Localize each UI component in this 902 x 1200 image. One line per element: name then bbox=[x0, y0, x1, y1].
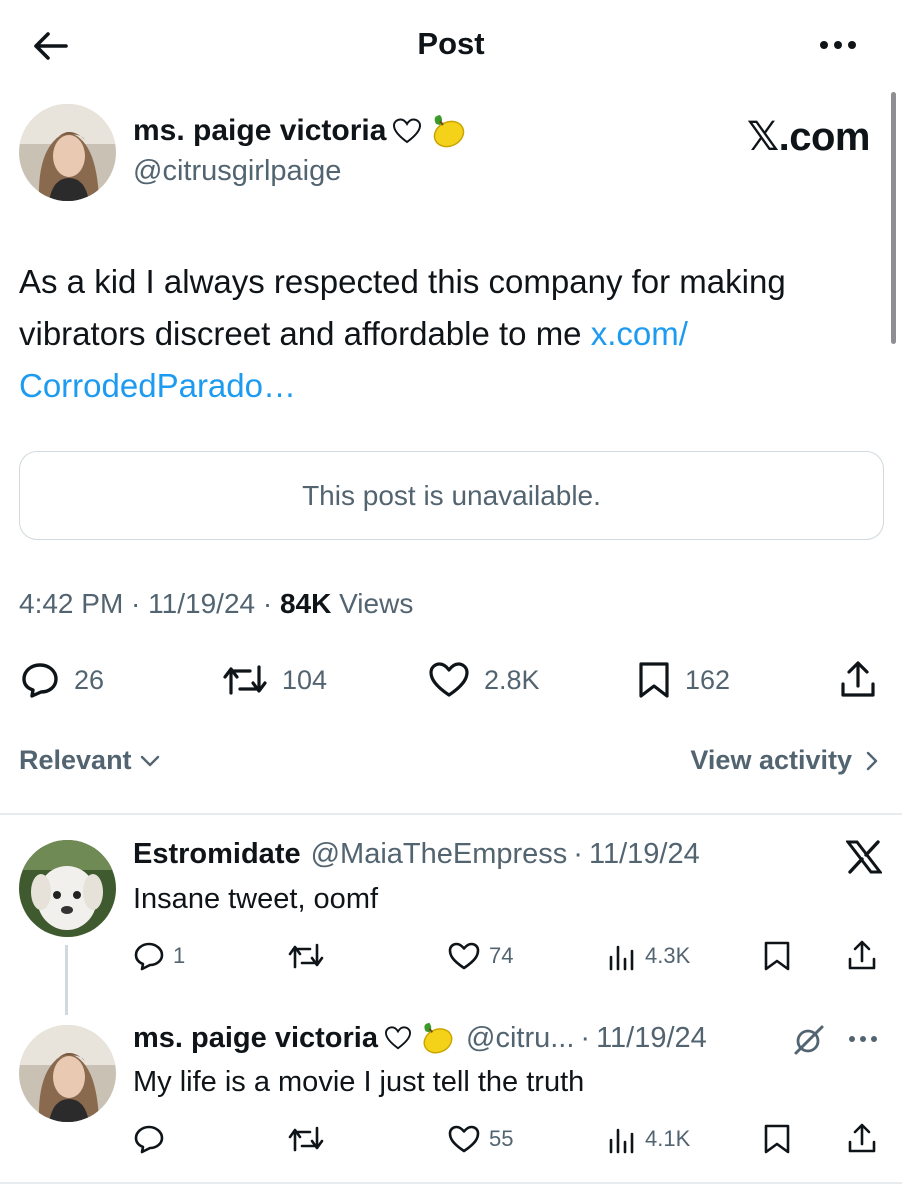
bookmark-icon bbox=[764, 941, 790, 971]
reply-date[interactable]: 11/19/24 bbox=[596, 1022, 707, 1055]
repost-button[interactable]: 104 bbox=[222, 655, 327, 705]
view-count[interactable]: 84K bbox=[280, 588, 331, 619]
sort-label: Relevant bbox=[19, 745, 132, 775]
share-icon bbox=[848, 1123, 876, 1153]
reply-like-count: 74 bbox=[489, 943, 514, 968]
more-icon bbox=[820, 41, 856, 49]
share-button[interactable] bbox=[838, 655, 878, 705]
lemon-icon bbox=[423, 1022, 453, 1054]
section-divider bbox=[0, 813, 902, 815]
repost-icon bbox=[288, 943, 324, 969]
reply-views-count: 4.3K bbox=[645, 943, 691, 968]
bookmark-count: 162 bbox=[685, 664, 731, 695]
lemon-icon bbox=[434, 115, 465, 148]
reply-reply-button[interactable]: 1 bbox=[133, 936, 185, 976]
reply-bookmark-button[interactable] bbox=[763, 1119, 791, 1159]
sort-dropdown[interactable]: Relevant bbox=[19, 745, 160, 776]
like-icon bbox=[448, 1125, 480, 1153]
reply-handle[interactable]: @MaiaTheEmpress bbox=[311, 838, 568, 871]
reply-reply-count: 1 bbox=[173, 943, 186, 968]
reply-repost-button[interactable] bbox=[287, 936, 333, 976]
reply-date[interactable]: 11/19/24 bbox=[589, 838, 700, 871]
post-time[interactable]: 4:42 PM bbox=[19, 588, 123, 619]
reply-name[interactable]: Estromidate bbox=[133, 838, 301, 871]
reply-count: 26 bbox=[74, 664, 105, 695]
reply-like-button[interactable]: 74 bbox=[447, 936, 513, 976]
like-button[interactable]: 2.8K bbox=[428, 655, 540, 705]
reply-actions: 1 74 4.3K bbox=[0, 936, 902, 976]
view-activity-label: View activity bbox=[690, 745, 852, 775]
repost-icon bbox=[223, 665, 267, 695]
reply-views-button[interactable]: 4.3K bbox=[607, 936, 690, 976]
x-logo-icon[interactable] bbox=[846, 840, 882, 874]
reply-text: My life is a movie I just tell the truth bbox=[133, 1066, 585, 1098]
reply-views-count: 4.1K bbox=[645, 1126, 691, 1151]
share-icon bbox=[841, 661, 875, 697]
reply-icon bbox=[134, 1125, 164, 1154]
author-handle[interactable]: @citrusgirlpaige bbox=[133, 155, 341, 188]
reply-bookmark-button[interactable] bbox=[763, 936, 791, 976]
reply-views-button[interactable]: 4.1K bbox=[607, 1119, 690, 1159]
grok-icon[interactable] bbox=[792, 1024, 826, 1056]
reply-like-button[interactable]: 55 bbox=[447, 1119, 513, 1159]
views-label: Views bbox=[339, 588, 414, 619]
reply-reply-button[interactable] bbox=[133, 1119, 173, 1159]
like-count: 2.8K bbox=[484, 664, 540, 695]
x-watermark: 𝕏.com bbox=[746, 115, 871, 159]
reply-name[interactable]: ms. paige victoria bbox=[133, 1022, 378, 1055]
bookmark-button[interactable]: 162 bbox=[637, 655, 730, 705]
more-icon[interactable] bbox=[848, 1035, 878, 1043]
heart-outline-icon bbox=[384, 1026, 412, 1050]
repost-icon bbox=[288, 1126, 324, 1152]
chevron-right-icon bbox=[866, 751, 878, 770]
reply-button[interactable]: 26 bbox=[20, 655, 104, 705]
reply-icon bbox=[134, 942, 164, 971]
views-icon bbox=[609, 945, 634, 971]
like-icon bbox=[448, 942, 480, 970]
post-date[interactable]: 11/19/24 bbox=[148, 588, 255, 619]
reply-avatar-estromidate[interactable] bbox=[19, 840, 116, 937]
reply-header-estromidate: Estromidate @MaiaTheEmpress · 11/19/24 bbox=[133, 838, 700, 871]
heart-outline-icon bbox=[393, 118, 422, 144]
reply-share-button[interactable] bbox=[846, 936, 878, 976]
bookmark-icon bbox=[764, 1124, 790, 1154]
reply-actions: 55 4.1K bbox=[0, 1119, 902, 1159]
reply-filter-row: Relevant View activity bbox=[19, 745, 878, 785]
post-text: As a kid I always respected this company… bbox=[19, 256, 889, 412]
reply-share-button[interactable] bbox=[846, 1119, 878, 1159]
author-name-row[interactable]: ms. paige victoria bbox=[133, 112, 468, 150]
chevron-down-icon bbox=[140, 755, 159, 766]
reply-handle[interactable]: @citru... bbox=[466, 1022, 574, 1055]
author-name: ms. paige victoria bbox=[133, 114, 387, 147]
views-icon bbox=[609, 1128, 634, 1154]
post-actions: 26 104 2.8K 162 bbox=[0, 655, 902, 705]
reply-repost-button[interactable] bbox=[287, 1119, 333, 1159]
scrollbar[interactable] bbox=[891, 92, 896, 344]
repost-count: 104 bbox=[282, 664, 328, 695]
reply-avatar-paige[interactable] bbox=[19, 1025, 116, 1122]
share-icon bbox=[848, 940, 876, 970]
more-options-button[interactable] bbox=[816, 30, 860, 60]
page-title: Post bbox=[417, 26, 485, 61]
top-bar: Post bbox=[0, 0, 902, 92]
reply-header-paige: ms. paige victoria @citru... · 11/19/24 bbox=[133, 1020, 707, 1056]
bookmark-icon bbox=[639, 662, 669, 698]
reply-icon bbox=[22, 663, 58, 698]
section-divider bbox=[0, 1182, 902, 1184]
post-meta: 4:42 PM · 11/19/24 · 84K Views bbox=[19, 588, 414, 619]
view-activity-link[interactable]: View activity bbox=[690, 745, 878, 776]
reply-like-count: 55 bbox=[489, 1126, 514, 1151]
like-icon bbox=[429, 662, 469, 697]
quoted-post-unavailable: This post is unavailable. bbox=[19, 451, 884, 540]
author-avatar[interactable] bbox=[19, 104, 116, 201]
reply-text: Insane tweet, oomf bbox=[133, 883, 379, 915]
